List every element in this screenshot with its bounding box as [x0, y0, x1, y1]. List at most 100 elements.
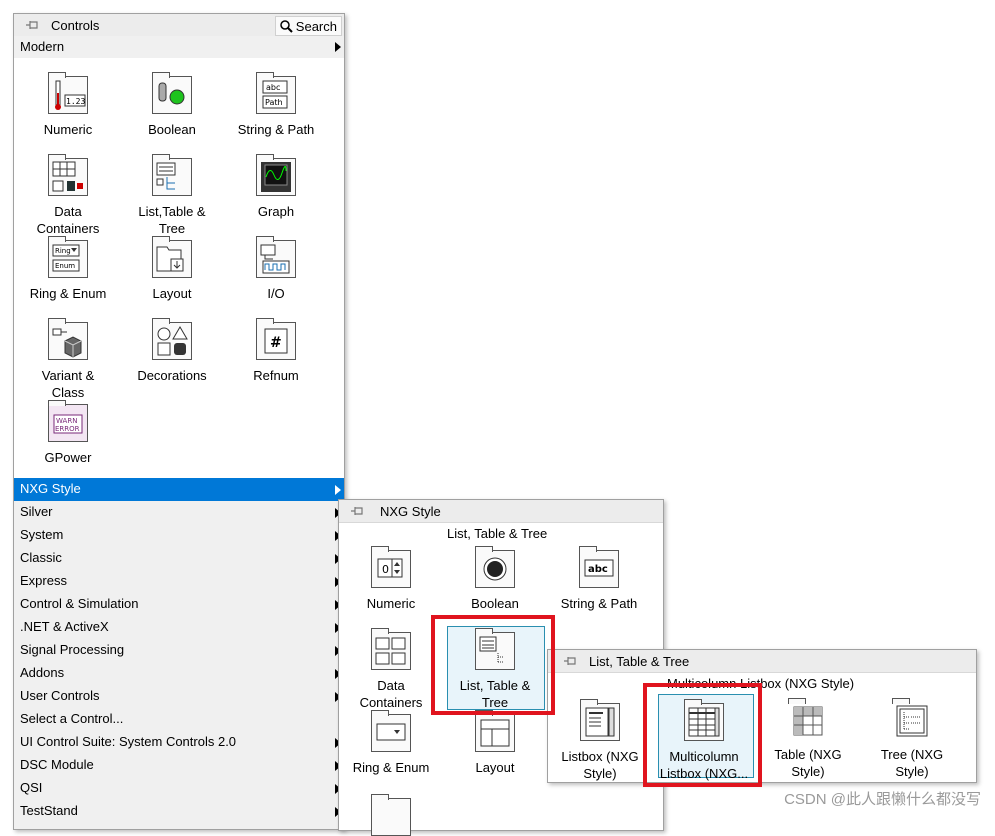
svg-text:Ring: Ring [55, 247, 71, 255]
tile-label: Variant & Class [41, 368, 95, 400]
highlight-multicolumn-listbox [643, 683, 762, 787]
category-modern[interactable]: Modern [14, 36, 344, 58]
tile-label: I/O [267, 286, 285, 301]
menu-item-label: Express [20, 573, 67, 588]
svg-text:Path: Path [265, 98, 283, 107]
watermark: CSDN @此人跟懒什么都没写 [784, 791, 981, 808]
ltt-tile-table[interactable]: Table (NXG Style) [758, 698, 858, 780]
nxg-hover-label: List, Table & Tree [447, 526, 548, 541]
ltt-tile-listbox[interactable]: Listbox (NXG Style) [550, 699, 650, 782]
decorations-icon [152, 318, 192, 360]
menu-item-label: NXG Style [20, 481, 81, 496]
menu-item-label: Classic [20, 550, 62, 565]
nxg-tile-more[interactable] [341, 794, 441, 836]
search-icon [280, 19, 293, 33]
io-icon [256, 236, 296, 278]
tile-label: Listbox (NXG Style) [561, 749, 639, 781]
menu-item-signal-processing[interactable]: Signal Processing [14, 639, 344, 662]
menu-item-dsc-module[interactable]: DSC Module [14, 754, 344, 777]
menu-item-select-control[interactable]: Select a Control... [14, 708, 344, 731]
tile-label: Layout [475, 760, 515, 775]
nxg-numeric-icon: 0 [371, 546, 411, 588]
tile-label: Boolean [471, 596, 519, 611]
list-table-tree-palette: List, Table & Tree Multicolumn Listbox (… [547, 649, 977, 783]
tile-label: Graph [257, 204, 295, 219]
nxg-string-path-icon: abc [579, 546, 619, 588]
nxg-titlebar: NXG Style [339, 500, 663, 523]
nxg-tile-data-containers[interactable]: Data Containers [341, 628, 441, 711]
tile-numeric[interactable]: 1.23 Numeric [18, 72, 118, 138]
nxg-tile-string-path[interactable]: abc String & Path [549, 546, 649, 612]
menu-item-qsi[interactable]: QSI [14, 777, 344, 800]
pin-icon[interactable] [349, 503, 365, 519]
tile-label: Numeric [43, 122, 93, 137]
menu-item-label: Addons [20, 665, 65, 680]
nxg-more-icon [371, 794, 411, 836]
ltt-palette-title: List, Table & Tree [589, 654, 690, 669]
gpower-icon: WARN ERROR [48, 400, 88, 442]
tile-label: Ring & Enum [352, 760, 430, 775]
variant-class-icon [48, 318, 88, 360]
svg-text:0: 0 [382, 563, 389, 576]
tile-list-table-tree[interactable]: List,Table & Tree [122, 154, 222, 237]
tile-string-path[interactable]: abc Path String & Path [226, 72, 326, 138]
numeric-icon: 1.23 [48, 72, 88, 114]
nxg-tile-layout[interactable]: Layout [445, 710, 545, 776]
menu-item-silver[interactable]: Silver [14, 501, 344, 524]
search-button[interactable]: Search [274, 16, 342, 36]
tile-boolean[interactable]: Boolean [122, 72, 222, 138]
menu-item-express[interactable]: Express [14, 570, 344, 593]
data-containers-icon [48, 154, 88, 196]
controls-titlebar: Controls Search [14, 14, 344, 37]
tile-label: Ring & Enum [29, 286, 107, 301]
menu-item-label: Signal Processing [20, 642, 125, 657]
tile-decorations[interactable]: Decorations [122, 318, 222, 384]
tile-label: Data Containers [359, 678, 423, 710]
nxg-boolean-icon [475, 546, 515, 588]
tile-refnum[interactable]: # Refnum [226, 318, 326, 384]
tile-label: Decorations [137, 368, 207, 383]
tile-ring-enum[interactable]: Ring Enum Ring & Enum [18, 236, 118, 302]
ltt-titlebar: List, Table & Tree [548, 650, 976, 673]
pin-icon[interactable] [24, 17, 40, 33]
menu-item-net-activex[interactable]: .NET & ActiveX [14, 616, 344, 639]
tile-layout[interactable]: Layout [122, 236, 222, 302]
pin-icon[interactable] [562, 653, 578, 669]
refnum-icon: # [256, 318, 296, 360]
tile-io[interactable]: I/O [226, 236, 326, 302]
menu-item-label: .NET & ActiveX [20, 619, 109, 634]
menu-item-nxg-style[interactable]: NXG Style [14, 478, 344, 501]
menu-item-label: DSC Module [20, 757, 94, 772]
tile-graph[interactable]: Graph [226, 154, 326, 220]
nxg-tile-numeric[interactable]: 0 Numeric [341, 546, 441, 612]
ltt-tile-tree[interactable]: Tree (NXG Style) [862, 698, 962, 780]
menu-item-control-simulation[interactable]: Control & Simulation [14, 593, 344, 616]
svg-text:1.23: 1.23 [66, 97, 85, 106]
tile-variant-class[interactable]: Variant & Class [18, 318, 118, 401]
nxg-tile-ring-enum[interactable]: Ring & Enum [341, 710, 441, 776]
tile-label: GPower [44, 450, 92, 465]
menu-item-ui-control-suite[interactable]: UI Control Suite: System Controls 2.0 [14, 731, 344, 754]
menu-item-system[interactable]: System [14, 524, 344, 547]
menu-item-addons[interactable]: Addons [14, 662, 344, 685]
listbox-icon [580, 699, 620, 741]
chevron-right-icon [335, 42, 341, 52]
tile-label: Refnum [253, 368, 299, 383]
boolean-icon [152, 72, 192, 114]
menu-item-teststand[interactable]: TestStand [14, 800, 344, 823]
svg-text:WARN: WARN [56, 417, 77, 425]
controls-palette: Controls Search Modern 1.23 Numeric Bool… [13, 13, 345, 830]
svg-text:ERROR: ERROR [55, 425, 80, 433]
nxg-tile-boolean[interactable]: Boolean [445, 546, 545, 612]
layout-icon [152, 236, 192, 278]
tile-gpower[interactable]: WARN ERROR GPower [18, 400, 118, 466]
nxg-ring-enum-icon [371, 710, 411, 752]
nxg-data-containers-icon [371, 628, 411, 670]
menu-item-classic[interactable]: Classic [14, 547, 344, 570]
list-table-tree-icon [152, 154, 192, 196]
svg-text:abc: abc [266, 83, 280, 92]
menu-item-user-controls[interactable]: User Controls [14, 685, 344, 708]
tile-label: Data Containers [36, 204, 100, 236]
ring-enum-icon: Ring Enum [48, 236, 88, 278]
tile-data-containers[interactable]: Data Containers [18, 154, 118, 237]
